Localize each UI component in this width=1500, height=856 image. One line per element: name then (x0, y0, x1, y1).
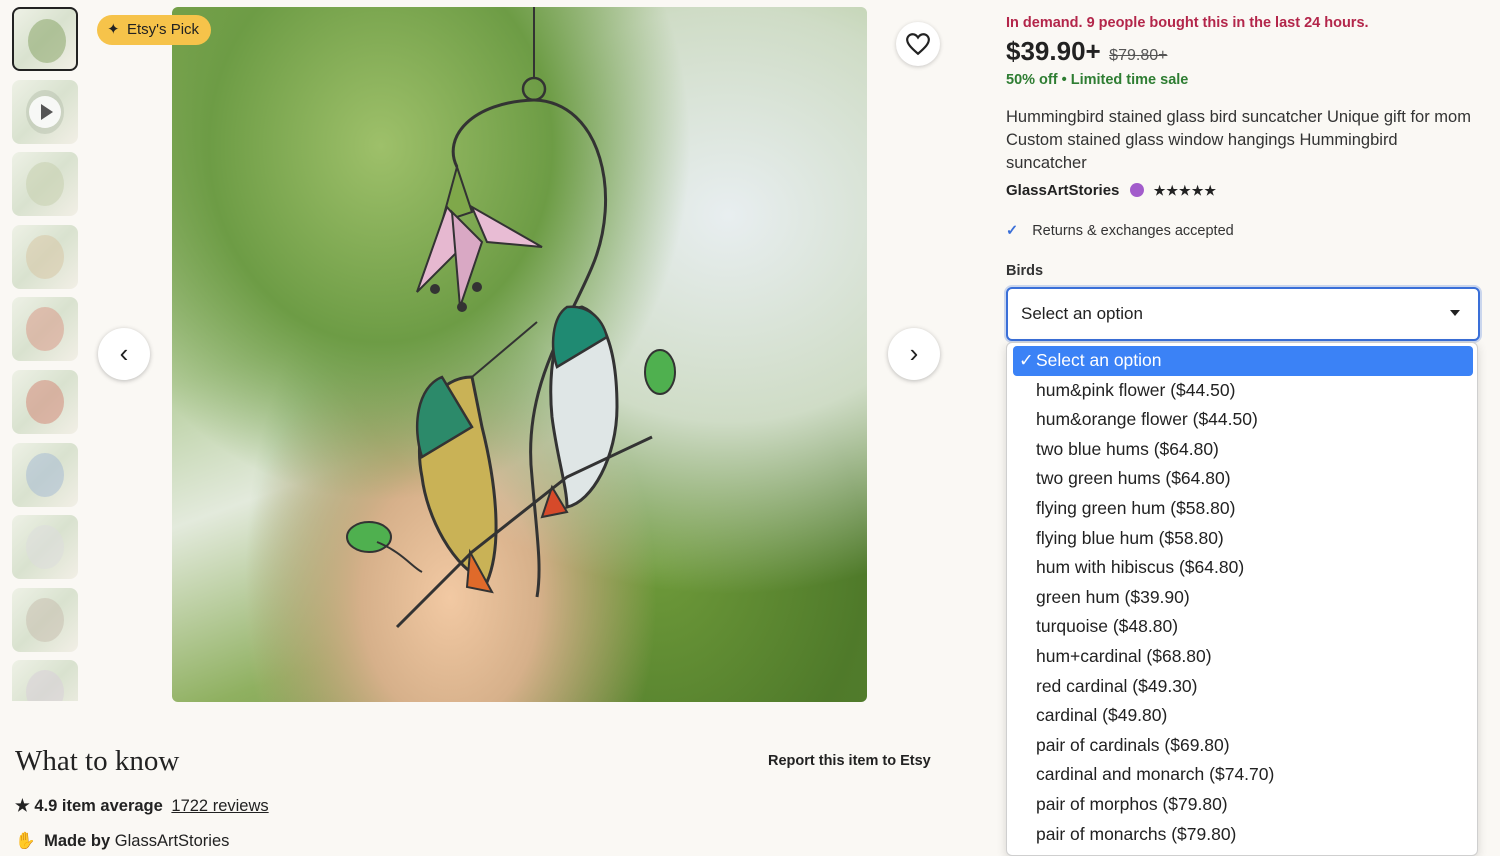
bullet: • (1061, 72, 1071, 88)
option-item[interactable]: pair of morphos ($79.80) (1013, 790, 1473, 820)
thumbnail-image (26, 670, 64, 701)
chevron-left-icon: ‹ (119, 338, 129, 368)
chevron-right-icon: › (909, 338, 919, 368)
thumbnail-image (26, 379, 64, 424)
thumbnail-6[interactable] (12, 369, 78, 434)
option-item[interactable]: cardinal and monarch ($74.70) (1013, 760, 1473, 790)
price-row: $39.90+ $79.80+ (1006, 36, 1167, 67)
option-item[interactable]: hum+cardinal ($68.80) (1013, 642, 1473, 672)
caret-down-icon (1450, 310, 1460, 316)
demand-notice: In demand. 9 people bought this in the l… (1006, 15, 1369, 31)
option-item[interactable]: hum with hibiscus ($64.80) (1013, 553, 1473, 583)
limited-sale-label: Limited time sale (1070, 72, 1189, 88)
returns-policy: ✓ Returns & exchanges accepted (1006, 223, 1234, 239)
thumbnail-9[interactable] (12, 587, 78, 652)
thumbnail-image (26, 234, 64, 279)
what-to-know-heading: What to know (15, 745, 180, 777)
thumbnail-image (26, 162, 64, 207)
thumbnail-2[interactable] (12, 79, 78, 144)
product-title: Hummingbird stained glass bird suncatche… (1006, 108, 1471, 172)
thumbnail-image (26, 452, 64, 497)
made-by: ✋ Made by GlassArtStories (15, 832, 230, 850)
thumbnail-3[interactable] (12, 152, 78, 217)
report-item-link[interactable]: Report this item to Etsy (768, 753, 931, 769)
option-item[interactable]: flying blue hum ($58.80) (1013, 524, 1473, 554)
hand-icon: ✋ (15, 832, 36, 850)
original-price: $79.80+ (1109, 47, 1168, 64)
etsys-pick-badge: ✦ Etsy's Pick (97, 15, 212, 45)
heart-icon (906, 33, 930, 56)
thumbnail-10[interactable] (12, 660, 78, 701)
play-icon (29, 95, 61, 128)
option-item[interactable]: green hum ($39.90) (1013, 583, 1473, 613)
thumbnail-strip (12, 7, 78, 701)
favorite-button[interactable] (896, 22, 940, 66)
thumbnail-8[interactable] (12, 515, 78, 580)
reviews-link[interactable]: 1722 reviews (171, 797, 268, 815)
option-item[interactable]: pair of monarchs ($79.80) (1013, 820, 1473, 850)
previous-image-button[interactable]: ‹ (98, 328, 150, 380)
option-item[interactable]: ✓ Select an option (1013, 346, 1473, 376)
option-item[interactable]: hum&pink flower ($44.50) (1013, 376, 1473, 406)
thumbnail-5[interactable] (12, 297, 78, 362)
thumbnail-1[interactable] (12, 7, 78, 71)
maker-shop-link[interactable]: GlassArtStories (115, 832, 230, 850)
discount-label: 50% off (1006, 72, 1058, 88)
option-item[interactable]: two green hums ($64.80) (1013, 464, 1473, 494)
sparkle-icon: ✦ (107, 21, 120, 38)
option-item[interactable]: pair of cardinals ($69.80) (1013, 731, 1473, 761)
option-item[interactable]: flying green hum ($58.80) (1013, 494, 1473, 524)
option-item[interactable]: turquoise ($48.80) (1013, 612, 1473, 642)
option-item[interactable]: hum&orange flower ($44.50) (1013, 405, 1473, 435)
suncatcher-illustration (346, 7, 676, 629)
shop-rating-stars[interactable]: ★★★★★ (1154, 183, 1217, 198)
item-rating: ★ 4.9 item average 1722 reviews (15, 797, 269, 815)
main-product-image[interactable] (172, 7, 867, 702)
next-image-button[interactable]: › (888, 328, 940, 380)
thumbnail-image (26, 597, 64, 642)
thumbnail-image (28, 19, 66, 63)
checkmark-icon: ✓ (1019, 350, 1034, 370)
option-item[interactable]: red cardinal ($49.30) (1013, 672, 1473, 702)
birds-select[interactable]: Select an option (1006, 287, 1480, 341)
shop-name-link[interactable]: GlassArtStories (1006, 182, 1119, 199)
option-item[interactable]: cardinal ($49.80) (1013, 701, 1473, 731)
checkmark-icon: ✓ (1006, 223, 1019, 239)
thumbnail-7[interactable] (12, 442, 78, 507)
thumbnail-4[interactable] (12, 224, 78, 289)
birds-options-dropdown[interactable]: ✓ Select an option hum&pink flower ($44.50… (1006, 342, 1478, 856)
option-item[interactable]: two blue hums ($64.80) (1013, 435, 1473, 465)
shop-row: GlassArtStories ★★★★★ (1006, 182, 1217, 199)
thumbnail-image (26, 525, 64, 570)
select-value: Select an option (1021, 304, 1143, 323)
sale-note: 50% off • Limited time sale (1006, 72, 1188, 88)
variation-label: Birds (1006, 263, 1044, 279)
star-icon: ★ (15, 797, 30, 815)
current-price: $39.90+ (1006, 36, 1101, 66)
thumbnail-image (26, 307, 64, 352)
star-seller-icon (1129, 183, 1144, 197)
